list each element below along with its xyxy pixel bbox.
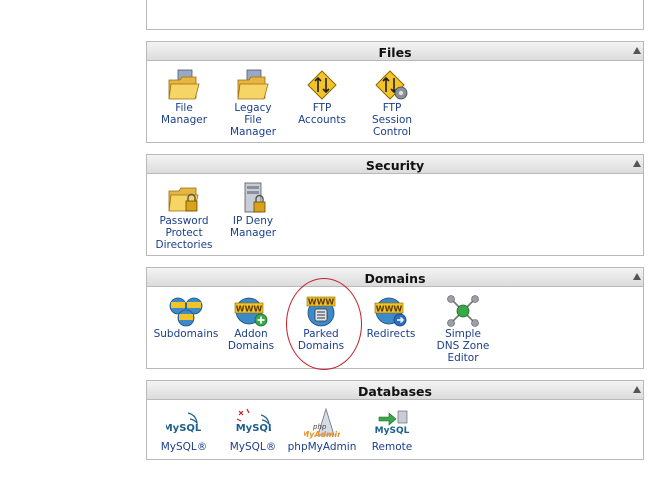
remote-mysql-icon: MySQL — [375, 410, 410, 436]
redirects-label: Redirects — [366, 328, 416, 340]
redirect-www-text: WWW — [376, 305, 403, 314]
previous-section-panel — [146, 0, 644, 30]
remote-mysql-label: Remote — [371, 441, 413, 453]
collapse-arrow-icon[interactable] — [633, 47, 641, 54]
collapse-arrow-icon[interactable] — [633, 386, 641, 393]
ip-deny-manager-label: IP Deny Manager — [229, 215, 277, 239]
domains-section: Domains Subdomains WWW Addon Domains WWW… — [146, 267, 644, 369]
ip-deny-manager-link[interactable]: IP Deny Manager — [216, 181, 290, 239]
folder-icon — [237, 69, 269, 100]
remote-mysql-logo-text: MySQL — [375, 426, 410, 436]
phpmyadmin-myadmin-text: MyAdmin — [304, 430, 340, 439]
mysql-database-wizard-label: MySQL® — [229, 441, 277, 453]
simple-dns-zone-editor-link[interactable]: Simple DNS Zone Editor — [426, 294, 500, 364]
mysql-wizard-icon: MySQL — [236, 408, 271, 434]
parked-domain-www-icon: WWW — [306, 296, 336, 327]
addon-domains-label: Addon Domains — [227, 328, 275, 352]
ftp-session-control-label: FTP Session Control — [371, 102, 413, 138]
mysql-database-wizard-link[interactable]: MySQL MySQL® — [216, 407, 290, 453]
file-manager-link[interactable]: File Manager — [147, 68, 221, 126]
databases-title: Databases — [358, 384, 432, 399]
phpmyadmin-link[interactable]: php MyAdmin phpMyAdmin — [285, 407, 359, 453]
addon-domain-www-text: WWW — [236, 305, 263, 314]
security-header[interactable]: Security — [147, 155, 643, 174]
databases-section: Databases MySQL MySQL® MySQL MySQL® php … — [146, 380, 644, 460]
collapse-arrow-icon[interactable] — [633, 160, 641, 167]
collapse-arrow-icon[interactable] — [633, 273, 641, 280]
folder-icon — [168, 69, 200, 100]
mysql-logo-icon: MySQL — [166, 412, 202, 434]
ftp-arrows-icon — [307, 70, 337, 100]
phpmyadmin-logo-icon: php MyAdmin — [304, 407, 340, 439]
ftp-session-icon — [375, 70, 408, 100]
domains-header[interactable]: Domains — [147, 268, 643, 287]
phpmyadmin-label: phpMyAdmin — [287, 441, 357, 453]
ftp-accounts-label: FTP Accounts — [298, 102, 346, 126]
ftp-session-control-link[interactable]: FTP Session Control — [355, 68, 429, 138]
legacy-file-manager-label: Legacy File Manager — [229, 102, 277, 138]
dns-network-icon — [447, 295, 479, 327]
addon-domains-link[interactable]: WWW Addon Domains — [214, 294, 288, 352]
addon-domain-www-icon: WWW — [234, 297, 268, 327]
parked-domain-www-text: WWW — [308, 298, 335, 307]
mysql-databases-link[interactable]: MySQL MySQL® — [147, 407, 221, 453]
subdomains-label: Subdomains — [153, 328, 219, 340]
mysql-logo-text: MySQL — [166, 423, 202, 434]
ftp-accounts-link[interactable]: FTP Accounts — [285, 68, 359, 126]
mysql-wizard-logo-text: MySQL — [236, 423, 271, 434]
security-title: Security — [365, 158, 425, 173]
databases-header[interactable]: Databases — [147, 381, 643, 400]
password-protect-directories-label: Password Protect Directories — [155, 215, 213, 251]
legacy-file-manager-link[interactable]: Legacy File Manager — [216, 68, 290, 138]
remote-mysql-link[interactable]: MySQL Remote — [355, 407, 429, 453]
redirects-link[interactable]: WWW Redirects — [354, 294, 428, 340]
redirect-www-icon: WWW — [374, 297, 407, 327]
files-section: Files File Manager Legacy File Manager F… — [146, 41, 644, 143]
subdomains-link[interactable]: Subdomains — [149, 294, 223, 340]
simple-dns-zone-editor-label: Simple DNS Zone Editor — [436, 328, 490, 364]
parked-domains-label: Parked Domains — [297, 328, 345, 352]
locked-folder-icon — [168, 187, 199, 212]
files-title: Files — [378, 45, 412, 60]
domains-title: Domains — [364, 271, 426, 286]
file-manager-label: File Manager — [160, 102, 208, 126]
subdomains-www-icon — [169, 297, 203, 327]
password-protect-directories-link[interactable]: Password Protect Directories — [147, 181, 221, 251]
mysql-databases-label: MySQL® — [160, 441, 208, 453]
parked-domains-link[interactable]: WWW Parked Domains — [284, 294, 358, 352]
security-section: Security Password Protect Directories IP… — [146, 154, 644, 256]
server-lock-icon — [244, 182, 266, 213]
files-header[interactable]: Files — [147, 42, 643, 61]
